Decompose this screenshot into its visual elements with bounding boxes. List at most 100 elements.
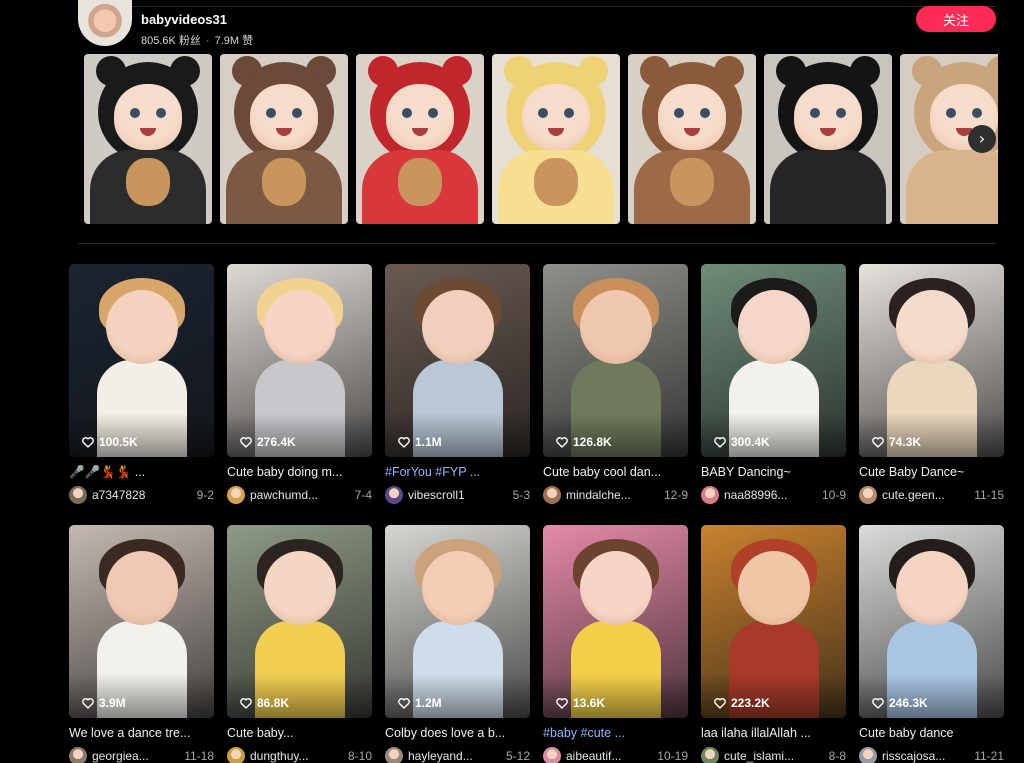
author-avatar[interactable]: [543, 747, 561, 763]
video-thumbnail[interactable]: 126.8K: [543, 264, 688, 457]
author-avatar[interactable]: [701, 747, 719, 763]
author-avatar[interactable]: [859, 486, 877, 504]
video-card[interactable]: 246.3K Cute baby dance risscajosa... 11-21: [859, 525, 1004, 763]
author-avatar[interactable]: [385, 486, 403, 504]
video-caption[interactable]: We love a dance tre...: [69, 726, 214, 742]
video-caption[interactable]: #baby #cute ...: [543, 726, 688, 742]
follow-button[interactable]: 关注: [916, 6, 996, 32]
baby-face: [264, 290, 336, 364]
video-card[interactable]: 126.8K Cute baby cool dan... mindalche... 1…: [543, 264, 688, 504]
author-name[interactable]: aibeautif...: [566, 749, 653, 763]
video-meta: vibescroll1 5-3: [385, 486, 530, 504]
video-card[interactable]: 1.1M #ForYou #FYP ... vibescroll1 5-3: [385, 264, 530, 504]
carousel-video-tile[interactable]: [84, 54, 212, 224]
video-caption[interactable]: Cute baby dance: [859, 726, 1004, 742]
like-count-text: 276.4K: [257, 435, 296, 449]
baby-face: [896, 290, 968, 364]
video-caption[interactable]: Cute baby doing m...: [227, 465, 372, 481]
author-avatar[interactable]: [69, 747, 87, 763]
video-caption[interactable]: 🎤🎤💃💃 ...: [69, 465, 214, 481]
carousel-next-button[interactable]: ›: [968, 125, 996, 153]
teddy-bear: [398, 158, 442, 206]
author-name[interactable]: a7347828: [92, 488, 193, 502]
video-meta: a7347828 9-2: [69, 486, 214, 504]
video-meta: mindalche... 12-9: [543, 486, 688, 504]
baby-eye: [674, 108, 684, 118]
author-name[interactable]: risscajosa...: [882, 749, 970, 763]
profile-avatar[interactable]: [78, 0, 132, 46]
baby-face: [386, 84, 454, 150]
video-card[interactable]: 86.8K Cute baby... dungthuy... 8-10: [227, 525, 372, 763]
carousel-video-tile[interactable]: [628, 54, 756, 224]
author-name[interactable]: dungthuy...: [250, 749, 344, 763]
video-caption[interactable]: Cute Baby Dance~: [859, 465, 1004, 481]
profile-stats: 805.6K 粉丝 · 7.9M 赞: [141, 32, 253, 48]
video-caption[interactable]: Cute baby cool dan...: [543, 465, 688, 481]
author-avatar[interactable]: [543, 486, 561, 504]
author-name[interactable]: pawchumd...: [250, 488, 351, 502]
baby-face: [250, 84, 318, 150]
author-name[interactable]: naa88996...: [724, 488, 818, 502]
like-count-text: 1.1M: [415, 435, 442, 449]
video-caption[interactable]: BABY Dancing~: [701, 465, 846, 481]
video-card[interactable]: 1.2M Colby does love a b... hayleyand... 5-…: [385, 525, 530, 763]
like-count-text: 86.8K: [257, 696, 290, 710]
author-name[interactable]: mindalche...: [566, 488, 660, 502]
author-avatar[interactable]: [227, 747, 245, 763]
video-thumbnail[interactable]: 100.5K: [69, 264, 214, 457]
video-caption[interactable]: Colby does love a b...: [385, 726, 530, 742]
stats-separator: ·: [205, 35, 210, 47]
video-card[interactable]: 3.9M We love a dance tre... georgiea... 11-…: [69, 525, 214, 763]
video-card[interactable]: 100.5K 🎤🎤💃💃 ... a7347828 9-2: [69, 264, 214, 504]
baby-eye: [402, 108, 412, 118]
like-count: 3.9M: [81, 696, 126, 710]
video-thumbnail[interactable]: 276.4K: [227, 264, 372, 457]
follower-count: 805.6K 粉丝: [141, 35, 201, 47]
author-name[interactable]: vibescroll1: [408, 488, 509, 502]
carousel-video-tile[interactable]: [492, 54, 620, 224]
baby-eye: [700, 108, 710, 118]
video-thumbnail[interactable]: 3.9M: [69, 525, 214, 718]
video-thumbnail[interactable]: 300.4K: [701, 264, 846, 457]
like-count: 276.4K: [239, 435, 296, 449]
author-avatar[interactable]: [385, 747, 403, 763]
video-thumbnail[interactable]: 246.3K: [859, 525, 1004, 718]
carousel-video-tile[interactable]: [220, 54, 348, 224]
author-avatar[interactable]: [69, 486, 87, 504]
profile-username[interactable]: babyvideos31: [141, 12, 227, 27]
video-card[interactable]: 300.4K BABY Dancing~ naa88996... 10-9: [701, 264, 846, 504]
post-date: 8-8: [828, 749, 846, 763]
video-card[interactable]: 223.2K laa ilaha illalAllah ... cute_islam…: [701, 525, 846, 763]
video-thumbnail[interactable]: 1.2M: [385, 525, 530, 718]
carousel-video-tile[interactable]: [356, 54, 484, 224]
carousel-video-tile[interactable]: [764, 54, 892, 224]
video-caption[interactable]: laa ilaha illalAllah ...: [701, 726, 846, 742]
video-card[interactable]: 74.3K Cute Baby Dance~ cute.geen... 11-15: [859, 264, 1004, 504]
author-name[interactable]: georgiea...: [92, 749, 180, 763]
video-caption[interactable]: Cute baby...: [227, 726, 372, 742]
video-thumbnail[interactable]: 223.2K: [701, 525, 846, 718]
baby-face: [106, 290, 178, 364]
video-card[interactable]: 13.6K #baby #cute ... aibeautif... 10-19: [543, 525, 688, 763]
caption-text: Cute baby...: [227, 726, 294, 740]
author-name[interactable]: cute.geen...: [882, 488, 970, 502]
baby-eye: [836, 108, 846, 118]
like-count-text: 246.3K: [889, 696, 928, 710]
author-name[interactable]: hayleyand...: [408, 749, 502, 763]
video-caption[interactable]: #ForYou #FYP ...: [385, 465, 530, 481]
baby-face: [114, 84, 182, 150]
video-thumbnail[interactable]: 13.6K: [543, 525, 688, 718]
author-avatar[interactable]: [227, 486, 245, 504]
video-thumbnail[interactable]: 74.3K: [859, 264, 1004, 457]
baby-mouth: [412, 128, 428, 136]
video-thumbnail[interactable]: 1.1M: [385, 264, 530, 457]
author-name[interactable]: cute_islami...: [724, 749, 825, 763]
baby-eye: [538, 108, 548, 118]
author-avatar[interactable]: [701, 486, 719, 504]
baby-face: [896, 551, 968, 625]
video-card[interactable]: 276.4K Cute baby doing m... pawchumd... 7-4: [227, 264, 372, 504]
like-count: 246.3K: [871, 696, 928, 710]
author-avatar[interactable]: [859, 747, 877, 763]
video-thumbnail[interactable]: 86.8K: [227, 525, 372, 718]
caption-text: Cute baby cool dan...: [543, 465, 662, 479]
